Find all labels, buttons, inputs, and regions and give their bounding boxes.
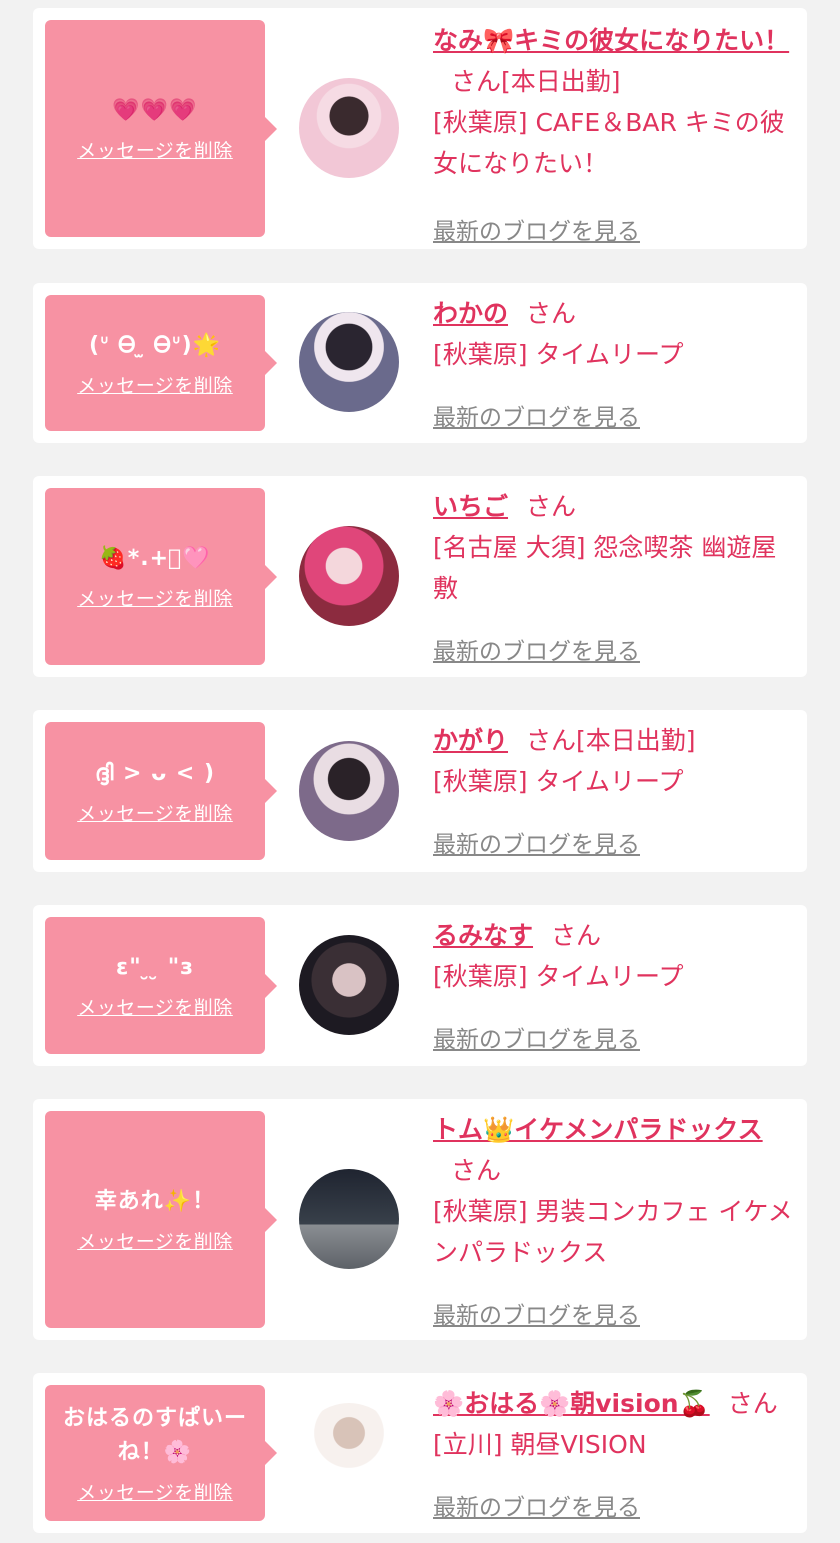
name-line: 🌸おはる🌸朝vision🍒 さん bbox=[433, 1383, 793, 1424]
avatar[interactable] bbox=[299, 1403, 399, 1503]
honorific: さん bbox=[451, 1156, 502, 1185]
shop-label: [秋葉原] タイムリープ bbox=[433, 767, 684, 796]
message-text: ദ്ദി > ᴗ < ) bbox=[94, 760, 216, 786]
message-bubble: 幸あれ✨！ メッセージを削除 bbox=[45, 1111, 277, 1328]
delete-message-link[interactable]: メッセージを削除 bbox=[77, 584, 233, 611]
blog-link[interactable]: 最新のブログを見る bbox=[433, 632, 640, 666]
name-line: かがり さん[本日出勤] bbox=[433, 720, 793, 761]
message-text: 幸あれ✨！ bbox=[94, 1189, 216, 1214]
name-line: いちご さん bbox=[433, 486, 793, 527]
honorific: さん bbox=[526, 299, 577, 328]
message-bubble: (ᐡ Ꮎ ̫ Ꮎᐡ)🌟 メッセージを削除 bbox=[45, 295, 277, 431]
blog-link[interactable]: 最新のブログを見る bbox=[433, 1488, 640, 1522]
avatar[interactable] bbox=[299, 741, 399, 841]
avatar[interactable] bbox=[299, 78, 399, 178]
honorific: さん bbox=[526, 492, 577, 521]
shop-label: [名古屋 大須] 怨念喫茶 幽遊屋敷 bbox=[433, 533, 777, 603]
blog-link[interactable]: 最新のブログを見る bbox=[433, 1296, 640, 1330]
list-item: (ᐡ Ꮎ ̫ Ꮎᐡ)🌟 メッセージを削除 わかの さん [秋葉原] タイムリープ … bbox=[33, 283, 807, 443]
name-line: るみなす さん bbox=[433, 915, 793, 956]
blog-link[interactable]: 最新のブログを見る bbox=[433, 825, 640, 859]
message-bubble: おはるのすぱいーね！🌸 メッセージを削除 bbox=[45, 1385, 277, 1521]
name-line: わかの さん bbox=[433, 293, 793, 334]
delete-message-link[interactable]: メッセージを削除 bbox=[77, 1478, 233, 1505]
message-bubble: ε" ̮ ̮ "з メッセージを削除 bbox=[45, 917, 277, 1054]
name-line: なみ🎀キミの彼女になりたい！ さん[本日出勤] bbox=[433, 20, 793, 102]
honorific: さん[本日出勤] bbox=[451, 67, 621, 96]
cast-info: いちご さん [名古屋 大須] 怨念喫茶 幽遊屋敷 最新のブログを見る bbox=[433, 486, 793, 665]
message-text: 💗💗💗 bbox=[112, 98, 198, 123]
list-item: 💗💗💗 メッセージを削除 なみ🎀キミの彼女になりたい！ さん[本日出勤] [秋葉原… bbox=[33, 8, 807, 249]
message-text: 🍓*.+ﾟ🩷 bbox=[99, 546, 211, 571]
shop-label: [立川] 朝昼VISION bbox=[433, 1430, 647, 1459]
avatar[interactable] bbox=[299, 1169, 399, 1269]
honorific: さん bbox=[551, 921, 602, 950]
list-item: 🍓*.+ﾟ🩷 メッセージを削除 いちご さん [名古屋 大須] 怨念喫茶 幽遊屋敷… bbox=[33, 476, 807, 677]
shop-label: [秋葉原] CAFE＆BAR キミの彼女になりたい！ bbox=[433, 108, 785, 178]
avatar[interactable] bbox=[299, 935, 399, 1035]
name-line: トム👑イケメンパラドックスさん bbox=[433, 1109, 793, 1191]
cast-name-link[interactable]: かがり bbox=[433, 726, 508, 755]
message-bubble: 🍓*.+ﾟ🩷 メッセージを削除 bbox=[45, 488, 277, 665]
blog-link[interactable]: 最新のブログを見る bbox=[433, 1020, 640, 1054]
message-text: (ᐡ Ꮎ ̫ Ꮎᐡ)🌟 bbox=[88, 332, 222, 358]
cast-name-link[interactable]: いちご bbox=[433, 492, 508, 521]
cast-info: るみなす さん [秋葉原] タイムリープ 最新のブログを見る bbox=[433, 915, 793, 1053]
blog-link[interactable]: 最新のブログを見る bbox=[433, 398, 640, 432]
list-item: ദ്ദി > ᴗ < ) メッセージを削除 かがり さん[本日出勤] [秋葉原] … bbox=[33, 710, 807, 872]
list-item: 幸あれ✨！ メッセージを削除 トム👑イケメンパラドックスさん [秋葉原] 男装コ… bbox=[33, 1099, 807, 1340]
cast-name-link[interactable]: トム👑イケメンパラドックス bbox=[433, 1115, 763, 1144]
message-bubble: 💗💗💗 メッセージを削除 bbox=[45, 20, 277, 237]
cast-info: わかの さん [秋葉原] タイムリープ 最新のブログを見る bbox=[433, 293, 793, 431]
shop-label: [秋葉原] タイムリープ bbox=[433, 340, 684, 369]
delete-message-link[interactable]: メッセージを削除 bbox=[77, 136, 233, 163]
cast-info: かがり さん[本日出勤] [秋葉原] タイムリープ 最新のブログを見る bbox=[433, 720, 793, 858]
cast-info: 🌸おはる🌸朝vision🍒 さん [立川] 朝昼VISION 最新のブログを見る bbox=[433, 1383, 793, 1521]
message-text: おはるのすぱいーね！🌸 bbox=[62, 1405, 247, 1465]
blog-link[interactable]: 最新のブログを見る bbox=[433, 212, 640, 246]
message-text: ε" ̮ ̮ "з bbox=[116, 955, 194, 980]
cast-name-link[interactable]: なみ🎀キミの彼女になりたい！ bbox=[433, 26, 789, 55]
avatar[interactable] bbox=[299, 312, 399, 412]
shop-label: [秋葉原] タイムリープ bbox=[433, 962, 684, 991]
list-item: おはるのすぱいーね！🌸 メッセージを削除 🌸おはる🌸朝vision🍒 さん [立川… bbox=[33, 1373, 807, 1533]
cast-name-link[interactable]: 🌸おはる🌸朝vision🍒 bbox=[433, 1389, 710, 1418]
message-bubble: ദ്ദി > ᴗ < ) メッセージを削除 bbox=[45, 722, 277, 860]
avatar[interactable] bbox=[299, 526, 399, 626]
list-item: ε" ̮ ̮ "з メッセージを削除 るみなす さん [秋葉原] タイムリープ 最… bbox=[33, 905, 807, 1066]
delete-message-link[interactable]: メッセージを削除 bbox=[77, 1227, 233, 1254]
shop-label: [秋葉原] 男装コンカフェ イケメンパラドックス bbox=[433, 1197, 793, 1267]
honorific: さん bbox=[727, 1389, 778, 1418]
cast-name-link[interactable]: わかの bbox=[433, 299, 508, 328]
delete-message-link[interactable]: メッセージを削除 bbox=[77, 799, 233, 826]
cast-name-link[interactable]: るみなす bbox=[433, 921, 533, 950]
honorific: さん[本日出勤] bbox=[526, 726, 696, 755]
delete-message-link[interactable]: メッセージを削除 bbox=[77, 993, 233, 1020]
message-list: 💗💗💗 メッセージを削除 なみ🎀キミの彼女になりたい！ さん[本日出勤] [秋葉原… bbox=[0, 0, 840, 1543]
cast-info: なみ🎀キミの彼女になりたい！ さん[本日出勤] [秋葉原] CAFE＆BAR キミ… bbox=[433, 20, 793, 245]
delete-message-link[interactable]: メッセージを削除 bbox=[77, 371, 233, 398]
cast-info: トム👑イケメンパラドックスさん [秋葉原] 男装コンカフェ イケメンパラドックス… bbox=[433, 1109, 793, 1329]
